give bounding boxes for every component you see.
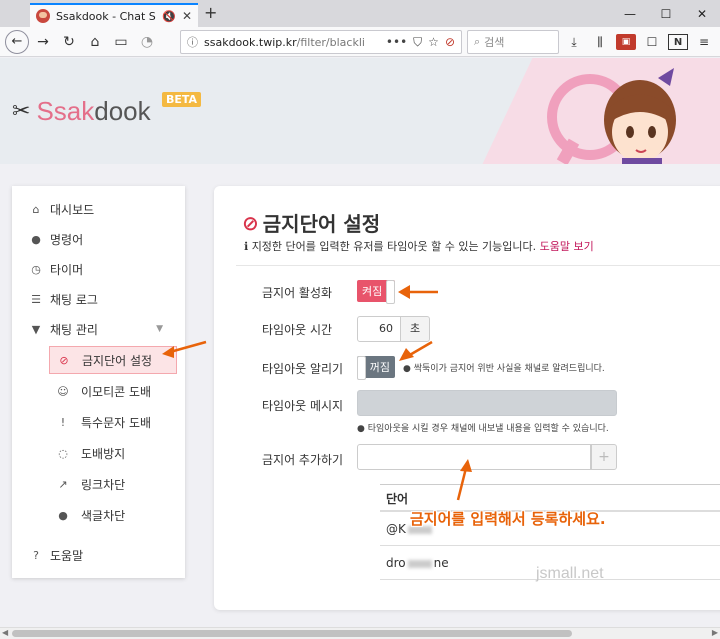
- search-bar[interactable]: ⌕ 검색: [467, 30, 559, 54]
- info-icon: ℹ: [244, 240, 249, 253]
- message-hint: ● 타임아웃을 시킬 경우 채널에 내보낼 내용을 입력할 수 있습니다.: [357, 424, 609, 434]
- logo[interactable]: ✂ Ssakdook BETA: [12, 92, 202, 127]
- favicon-icon: [36, 9, 50, 23]
- sidebar-item-commands[interactable]: ● 명령어: [12, 224, 185, 254]
- sidebar-subitem-flood-protection[interactable]: ◌ 도배방지: [49, 439, 177, 467]
- beta-badge: BETA: [162, 92, 202, 107]
- ban-icon: ⊘: [242, 210, 259, 235]
- addon-badge-icon[interactable]: ▣: [616, 34, 636, 50]
- content-card: ⊘ 금지단어 설정 ℹ 지정한 단어를 입력한 유저를 타임아웃 할 수 있는 …: [214, 186, 720, 610]
- timeout-input[interactable]: 60: [357, 316, 401, 342]
- arrow-icon: [398, 285, 438, 299]
- forward-button[interactable]: →: [31, 30, 55, 54]
- browser-tab[interactable]: Ssakdook - Chat Spam Set 🔇 ✕: [30, 3, 198, 27]
- scroll-right-icon[interactable]: ▶: [712, 628, 718, 637]
- minimize-button[interactable]: —: [612, 0, 648, 27]
- sidebar-item-timer[interactable]: ◷ 타이머: [12, 254, 185, 284]
- database-icon: ☰: [31, 292, 41, 306]
- download-icon[interactable]: ⤓: [564, 30, 584, 54]
- add-word-label: 금지어 추가하기: [262, 453, 344, 467]
- extension-icon[interactable]: ⊘: [445, 35, 455, 49]
- banned-word-input[interactable]: [357, 444, 591, 470]
- pocket-icon[interactable]: ⛉: [413, 35, 422, 50]
- exclamation-icon: !: [60, 415, 66, 429]
- sidebar-item-help[interactable]: ? 도움말: [12, 540, 185, 570]
- sidebar: ⌂ 대시보드 ● 명령어 ◷ 타이머 ☰ 채팅 로그 ▼ 채팅 관리 ▼ ⊘ 금…: [12, 186, 185, 578]
- url-text[interactable]: ssakdook.twip.kr/filter/blackli: [204, 36, 380, 49]
- arrow-icon: [456, 459, 472, 501]
- home-button[interactable]: ⌂: [83, 30, 107, 54]
- addon-icon[interactable]: ☐: [642, 30, 662, 54]
- back-button[interactable]: ←: [5, 29, 29, 54]
- sidebar-subitem-color-text-block[interactable]: ● 색글차단: [49, 501, 177, 529]
- arrow-icon: [399, 340, 433, 361]
- sidebar-subitem-symbol-spam[interactable]: ! 특수문자 도배: [49, 408, 177, 436]
- search-input[interactable]: 검색: [484, 34, 504, 50]
- sidebar-subitem-link-block[interactable]: ↗ 링크차단: [49, 470, 177, 498]
- redacted-text: [407, 559, 432, 568]
- external-link-icon: ↗: [58, 477, 68, 491]
- timeout-unit: 초: [400, 316, 430, 342]
- chevron-down-icon: ▼: [156, 324, 163, 334]
- library-icon[interactable]: ⫼: [590, 30, 610, 54]
- info-circle-icon: ●: [403, 364, 411, 374]
- droplet-icon: ●: [58, 508, 68, 522]
- reload-button[interactable]: ↻: [57, 30, 81, 54]
- question-circle-icon: ?: [33, 548, 39, 562]
- arrow-icon: [162, 340, 207, 358]
- mascot-girl-icon: [547, 68, 676, 164]
- timeout-label: 타임아웃 시간: [262, 323, 333, 337]
- reader-view-icon[interactable]: ▭: [109, 30, 133, 54]
- mute-icon[interactable]: 🔇: [162, 10, 176, 23]
- notify-label: 타임아웃 알리기: [262, 362, 344, 376]
- divider: [236, 265, 720, 266]
- help-link[interactable]: 도움말 보기: [540, 240, 594, 253]
- ban-icon: ⊘: [59, 353, 69, 367]
- filter-icon: ▼: [31, 322, 41, 336]
- page: ✂ Ssakdook BETA ⌂ 대시보드 ● 명령어 ◷ 타이머 ☰ 채팅 …: [0, 58, 720, 627]
- url-bar[interactable]: ⓘ ssakdook.twip.kr/filter/blackli ••• ⛉ …: [180, 30, 462, 54]
- exclamation-circle-icon: ●: [31, 232, 41, 246]
- scroll-left-icon[interactable]: ◀: [2, 628, 8, 637]
- smile-icon: ☺: [57, 384, 69, 398]
- timeout-message-input[interactable]: [357, 390, 617, 416]
- watermark: jsmall.net: [536, 565, 604, 582]
- maximize-button[interactable]: ☐: [648, 0, 684, 27]
- notify-toggle[interactable]: 꺼짐: [357, 356, 395, 380]
- site-info-icon[interactable]: ⓘ: [187, 34, 198, 50]
- add-word-button[interactable]: +: [591, 444, 617, 470]
- clock-icon: ◷: [31, 262, 41, 276]
- tab-close-icon[interactable]: ✕: [182, 9, 192, 23]
- sidebar-item-chat-log[interactable]: ☰ 채팅 로그: [12, 284, 185, 314]
- home-icon: ⌂: [32, 202, 40, 216]
- chat-icon: ◌: [58, 446, 68, 460]
- browser-tab-bar: Ssakdook - Chat Spam Set 🔇 ✕ + — ☐ ✕: [0, 0, 720, 27]
- hero-banner: ✂ Ssakdook BETA: [0, 58, 720, 164]
- tab-title: Ssakdook - Chat Spam Set: [56, 9, 156, 23]
- message-label: 타임아웃 메시지: [262, 399, 344, 413]
- sidebar-subitem-banned-words[interactable]: ⊘ 금지단어 설정: [49, 346, 177, 374]
- sidebar-subitem-emoticon-spam[interactable]: ☺ 이모티콘 도배: [49, 377, 177, 405]
- scissors-icon: ✂: [12, 99, 31, 124]
- horizontal-scrollbar[interactable]: ◀ ▶: [0, 627, 720, 639]
- page-title: ⊘ 금지단어 설정: [242, 210, 381, 237]
- notion-icon[interactable]: N: [668, 34, 688, 50]
- page-description: ℹ 지정한 단어를 입력한 유저를 타임아웃 할 수 있는 기능입니다. 도움말…: [244, 240, 594, 253]
- menu-icon[interactable]: ≡: [694, 30, 714, 54]
- bookmark-star-icon[interactable]: ☆: [428, 35, 439, 49]
- browser-nav-bar: ← → ↻ ⌂ ▭ ◔ ⓘ ssakdook.twip.kr/filter/bl…: [0, 27, 720, 57]
- enable-toggle[interactable]: 켜짐: [357, 280, 395, 304]
- close-window-button[interactable]: ✕: [684, 0, 720, 27]
- new-tab-button[interactable]: +: [204, 3, 217, 22]
- rss-icon[interactable]: ◔: [135, 30, 159, 54]
- logo-text: Ssakdook: [36, 96, 151, 126]
- annotation-text: 금지어를 입력해서 등록하세요.: [410, 510, 606, 528]
- search-icon: ⌕: [474, 35, 481, 48]
- enable-label: 금지어 활성화: [262, 286, 333, 300]
- info-circle-icon: ●: [357, 424, 365, 434]
- sidebar-item-dashboard[interactable]: ⌂ 대시보드: [12, 194, 185, 224]
- scrollbar-thumb[interactable]: [12, 630, 572, 637]
- page-actions-button[interactable]: •••: [386, 35, 407, 49]
